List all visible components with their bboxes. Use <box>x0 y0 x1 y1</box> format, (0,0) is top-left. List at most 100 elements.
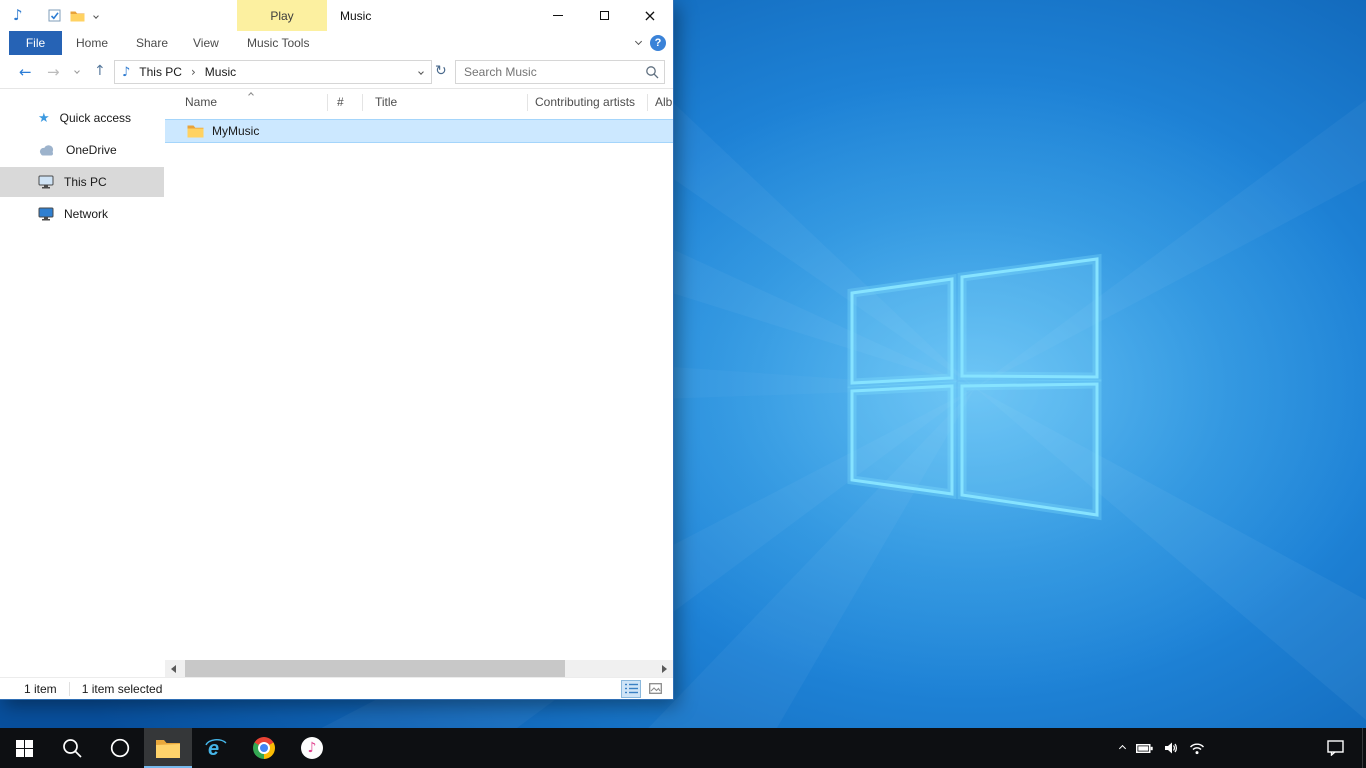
back-button[interactable]: ← <box>19 63 32 81</box>
details-view-button[interactable] <box>621 680 641 698</box>
quick-access-star-icon: ★ <box>38 111 50 126</box>
scroll-left-button[interactable] <box>165 660 182 677</box>
column-header-name[interactable]: Name <box>185 89 217 116</box>
expand-ribbon-icon[interactable] <box>635 38 642 45</box>
view-toggles <box>621 680 665 698</box>
minimize-icon <box>553 15 563 16</box>
action-center-icon <box>1327 740 1344 756</box>
details-view-icon <box>625 683 638 694</box>
tab-file[interactable]: File <box>9 31 62 55</box>
column-header-number[interactable]: # <box>337 89 344 116</box>
sidebar-item-label: This PC <box>64 175 107 189</box>
item-count: 1 item <box>24 682 57 696</box>
file-name: MyMusic <box>212 124 259 138</box>
tab-music-tools[interactable]: Music Tools <box>247 31 309 55</box>
status-bar: 1 item 1 item selected <box>0 677 673 699</box>
horizontal-scrollbar[interactable] <box>165 660 673 677</box>
recent-locations-icon[interactable] <box>74 68 80 74</box>
scroll-right-button[interactable] <box>656 660 673 677</box>
taskbar-chrome-button[interactable] <box>240 728 288 768</box>
system-tray <box>1120 728 1205 768</box>
search-icon[interactable] <box>640 65 664 79</box>
column-header-contributing-artists[interactable]: Contributing artists <box>535 89 635 116</box>
ribbon-tab-row: File Home Share View Music Tools ? <box>0 31 673 55</box>
start-button[interactable] <box>0 728 48 768</box>
cortana-button[interactable] <box>96 728 144 768</box>
properties-icon[interactable] <box>48 9 61 22</box>
onedrive-cloud-icon <box>38 144 56 156</box>
wifi-icon[interactable] <box>1189 742 1205 755</box>
file-explorer-icon <box>155 737 181 759</box>
sidebar-item-network[interactable]: Network <box>0 199 164 229</box>
tab-view[interactable]: View <box>193 31 219 55</box>
selection-count: 1 item selected <box>82 682 163 696</box>
column-divider[interactable] <box>362 94 363 111</box>
show-desktop-button[interactable] <box>1362 728 1366 768</box>
breadcrumb-separator-icon: › <box>191 65 196 79</box>
taskbar: e ♪ <box>0 728 1366 768</box>
music-folder-icon: ♪ <box>13 6 23 24</box>
navigation-bar: ← → ↑ ♪ This PC › Music ↻ <box>0 55 673 89</box>
search-icon <box>61 737 83 759</box>
window-title: Music <box>340 9 371 23</box>
file-list-pane: Name # Title Contributing artists Alb My… <box>165 89 673 660</box>
minimize-button[interactable] <box>535 0 581 31</box>
taskbar-internet-explorer-button[interactable]: e <box>192 728 240 768</box>
taskbar-search-button[interactable] <box>48 728 96 768</box>
this-pc-icon <box>38 175 54 189</box>
sidebar-item-label: OneDrive <box>66 143 117 157</box>
action-center-button[interactable] <box>1314 728 1356 768</box>
maximize-button[interactable] <box>581 0 627 31</box>
window-controls: × <box>535 0 673 31</box>
address-bar[interactable]: ♪ This PC › Music <box>114 60 432 84</box>
taskbar-itunes-button[interactable]: ♪ <box>288 728 336 768</box>
file-explorer-window: ♪ Play Music × File Home Share View Musi… <box>0 0 674 700</box>
large-icons-view-icon <box>649 683 662 694</box>
folder-icon <box>187 124 204 138</box>
column-divider[interactable] <box>327 94 328 111</box>
navigation-pane: ★ Quick access OneDrive This PC <box>0 89 164 660</box>
sidebar-item-label: Quick access <box>60 111 131 125</box>
refresh-button[interactable]: ↻ <box>435 63 447 79</box>
column-divider[interactable] <box>527 94 528 111</box>
breadcrumb-this-pc[interactable]: This PC <box>139 65 182 79</box>
sidebar-item-label: Network <box>64 207 108 221</box>
forward-button[interactable]: → <box>47 63 60 81</box>
search-input[interactable] <box>456 65 640 79</box>
scrollbar-thumb[interactable] <box>185 660 565 677</box>
large-icons-view-button[interactable] <box>645 680 665 698</box>
search-box <box>455 60 665 84</box>
sidebar-item-this-pc[interactable]: This PC <box>0 167 164 197</box>
up-button[interactable]: ↑ <box>94 63 106 79</box>
internet-explorer-icon: e <box>204 736 228 760</box>
chrome-icon <box>253 737 275 759</box>
address-music-icon: ♪ <box>122 65 130 80</box>
battery-icon[interactable] <box>1136 743 1153 754</box>
close-icon: × <box>643 8 656 24</box>
column-header-title[interactable]: Title <box>375 89 397 116</box>
new-folder-icon[interactable] <box>70 10 85 22</box>
sidebar-item-quick-access[interactable]: ★ Quick access <box>0 103 164 133</box>
volume-icon[interactable] <box>1164 741 1178 755</box>
status-divider <box>69 682 70 696</box>
breadcrumb-music[interactable]: Music <box>205 65 236 79</box>
cortana-icon <box>109 737 131 759</box>
maximize-icon <box>600 11 609 20</box>
customize-quick-access-icon[interactable] <box>93 13 99 19</box>
show-hidden-icons-chevron[interactable] <box>1119 744 1126 751</box>
contextual-tab-play[interactable]: Play <box>237 0 327 31</box>
tab-home[interactable]: Home <box>76 31 108 55</box>
tab-share[interactable]: Share <box>136 31 168 55</box>
network-icon <box>38 207 54 221</box>
address-dropdown-button[interactable] <box>411 61 431 83</box>
sort-ascending-icon <box>248 92 254 98</box>
column-divider[interactable] <box>647 94 648 111</box>
help-button[interactable]: ? <box>650 35 666 51</box>
titlebar[interactable]: ♪ Play Music × <box>0 0 673 31</box>
column-header-album[interactable]: Alb <box>655 89 672 116</box>
file-row-mymusic[interactable]: MyMusic <box>165 119 673 143</box>
taskbar-file-explorer-button[interactable] <box>144 728 192 768</box>
sidebar-item-onedrive[interactable]: OneDrive <box>0 135 164 165</box>
close-button[interactable]: × <box>627 0 673 31</box>
itunes-icon: ♪ <box>301 737 323 759</box>
